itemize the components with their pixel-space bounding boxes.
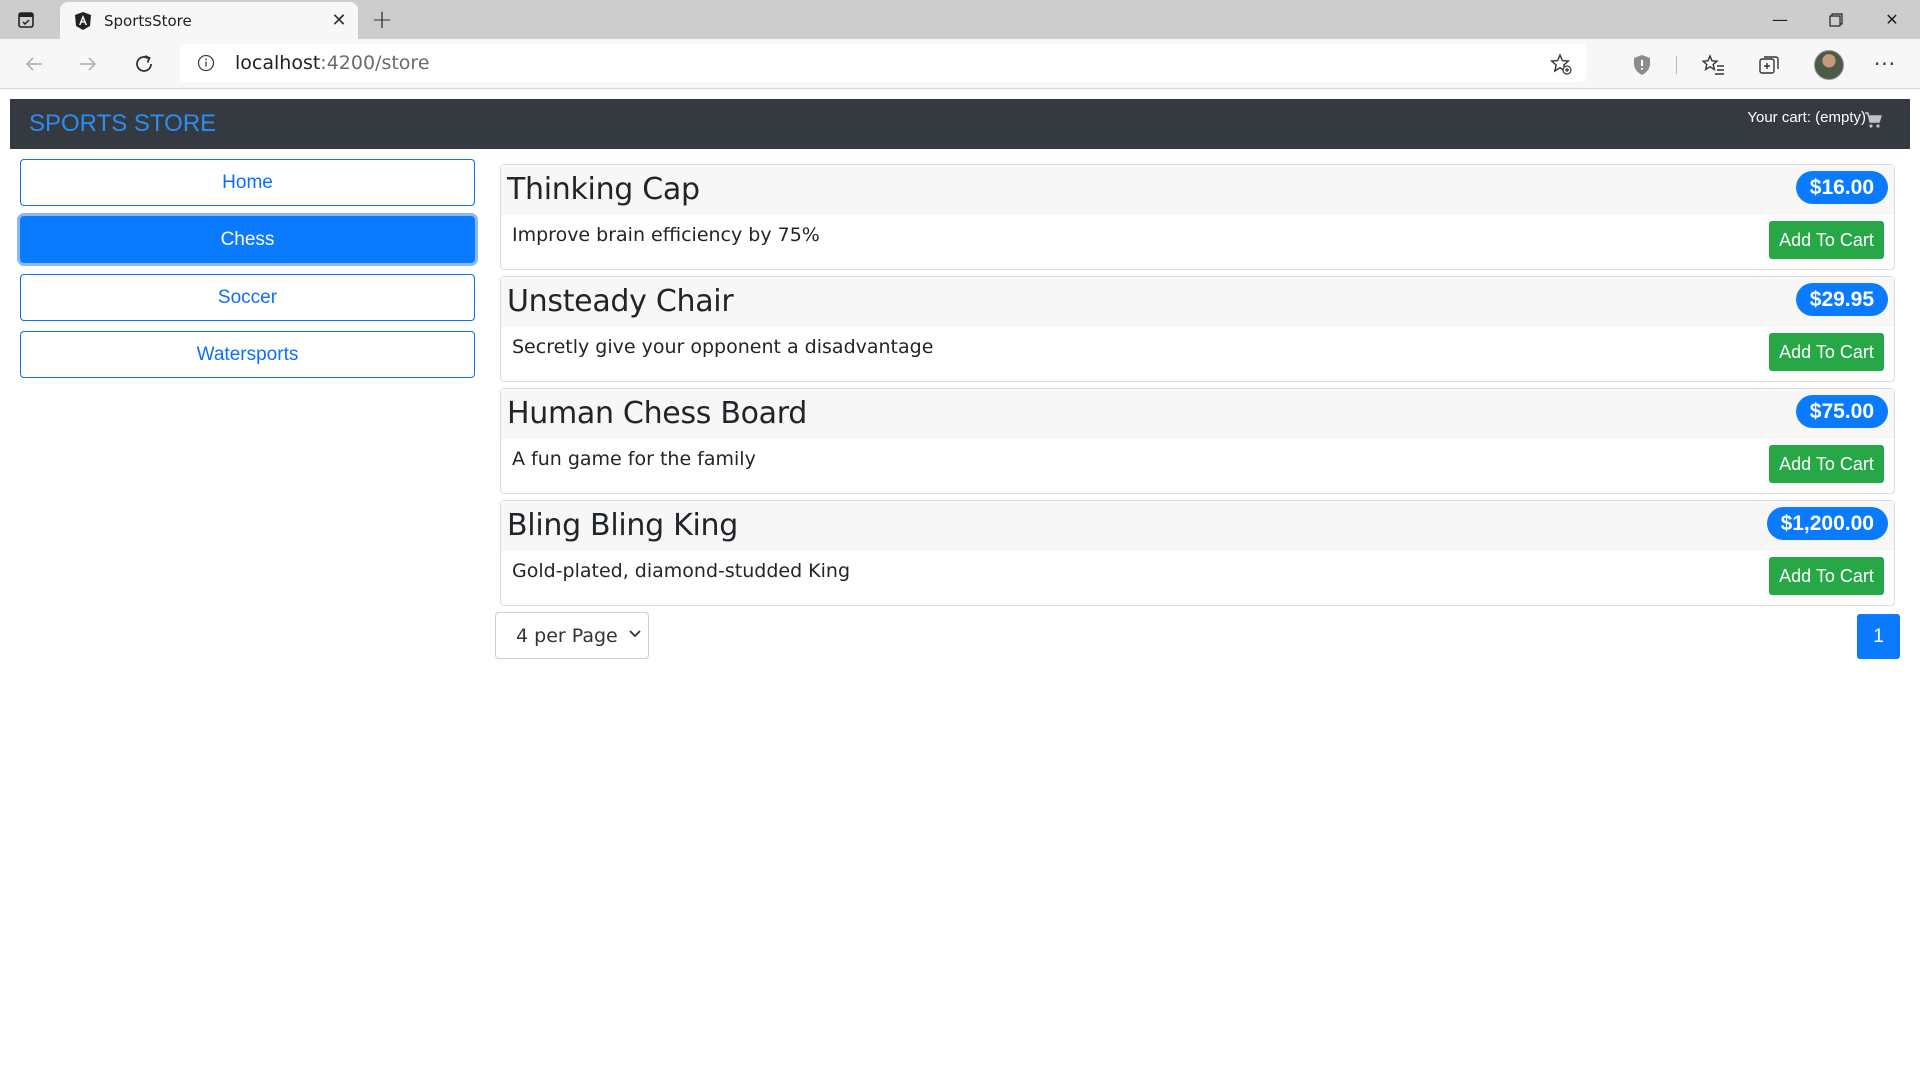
minimize-icon[interactable]: — (1752, 0, 1808, 39)
page-button-1[interactable]: 1 (1857, 614, 1900, 659)
more-icon[interactable]: ··· (1870, 49, 1900, 79)
category-label: Chess (220, 228, 275, 250)
add-to-cart-button[interactable]: Add To Cart (1769, 445, 1884, 483)
store-header: SPORTS STORE Your cart: (empty) (10, 99, 1910, 149)
angular-icon (73, 11, 93, 31)
plus-icon[interactable]: + (368, 5, 396, 35)
category-label: Soccer (217, 286, 278, 308)
product-name: Unsteady Chair (507, 284, 734, 319)
window-controls: — ✕ (1752, 0, 1920, 39)
per-page-select[interactable]: 4 per Page (495, 612, 649, 659)
product-card: Human Chess Board $75.00 A fun game for … (500, 388, 1895, 494)
product-header: Bling Bling King $1,200.00 (501, 501, 1894, 551)
product-name: Thinking Cap (507, 172, 700, 207)
brand-title[interactable]: SPORTS STORE (29, 110, 216, 138)
toolbar-divider (1676, 56, 1677, 74)
per-page-value: 4 per Page (516, 625, 618, 647)
category-label: Home (222, 171, 273, 193)
product-header: Thinking Cap $16.00 (501, 165, 1894, 215)
add-to-cart-button[interactable]: Add To Cart (1769, 557, 1884, 595)
product-header: Human Chess Board $75.00 (501, 389, 1894, 439)
product-card: Unsteady Chair $29.95 Secretly give your… (500, 276, 1895, 382)
favorites-icon[interactable] (1700, 51, 1728, 79)
product-header: Unsteady Chair $29.95 (501, 277, 1894, 327)
price-badge: $1,200.00 (1766, 507, 1888, 540)
chevron-down-icon (629, 630, 641, 638)
price-badge: $16.00 (1795, 171, 1888, 204)
back-icon[interactable] (18, 48, 50, 80)
product-card: Thinking Cap $16.00 Improve brain effici… (500, 164, 1895, 270)
cart-icon[interactable] (1864, 111, 1882, 129)
category-button-watersports[interactable]: Watersports (20, 331, 475, 378)
info-icon[interactable] (196, 53, 216, 73)
url-path: :4200/store (320, 52, 430, 74)
category-button-chess[interactable]: Chess (20, 216, 475, 263)
forward-icon[interactable] (72, 48, 104, 80)
category-button-home[interactable]: Home (20, 159, 475, 206)
price-badge: $75.00 (1795, 395, 1888, 428)
close-window-icon[interactable]: ✕ (1864, 0, 1920, 39)
url-host: localhost (235, 52, 321, 74)
browser-tab[interactable]: SportsStore ✕ (60, 2, 358, 39)
product-name: Human Chess Board (507, 396, 808, 431)
restore-icon[interactable] (1808, 0, 1864, 39)
reload-icon[interactable] (128, 48, 160, 80)
category-button-soccer[interactable]: Soccer (20, 274, 475, 321)
shield-extension-icon[interactable] (1628, 51, 1656, 79)
browser-tab-strip: SportsStore ✕ + — ✕ (0, 0, 1920, 39)
product-description: Secretly give your opponent a disadvanta… (512, 336, 934, 358)
profile-avatar[interactable] (1814, 50, 1844, 80)
product-name: Bling Bling King (507, 508, 738, 543)
close-icon[interactable]: ✕ (328, 9, 350, 31)
product-description: Gold-plated, diamond-studded King (512, 560, 851, 582)
tab-title: SportsStore (104, 11, 192, 30)
browser-toolbar: localhost:4200/store ··· (0, 39, 1920, 89)
price-badge: $29.95 (1795, 283, 1888, 316)
address-bar[interactable]: localhost:4200/store (180, 44, 1586, 82)
add-favorite-icon[interactable] (1548, 51, 1574, 77)
add-to-cart-button[interactable]: Add To Cart (1769, 221, 1884, 259)
add-to-cart-button[interactable]: Add To Cart (1769, 333, 1884, 371)
cart-summary[interactable]: Your cart: (empty) (1747, 109, 1866, 126)
tab-actions-icon[interactable] (14, 8, 38, 32)
product-card: Bling Bling King $1,200.00 Gold-plated, … (500, 500, 1895, 606)
url-text[interactable]: localhost:4200/store (235, 52, 430, 74)
collections-icon[interactable] (1756, 51, 1784, 79)
category-label: Watersports (196, 343, 299, 365)
product-description: A fun game for the family (512, 448, 756, 470)
product-description: Improve brain efficiency by 75% (512, 224, 820, 246)
